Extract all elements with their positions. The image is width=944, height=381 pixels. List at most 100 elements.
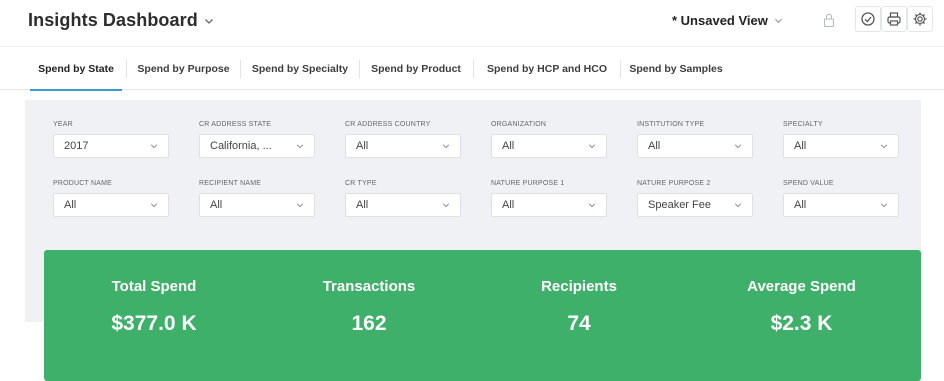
- tab-spend-by-purpose[interactable]: Spend by Purpose: [132, 47, 235, 90]
- filter-value: All: [648, 140, 661, 152]
- filter-specialty: SPECIALTY All: [783, 121, 899, 158]
- filter-label: CR ADDRESS STATE: [199, 121, 272, 128]
- kpi-banner: Total Spend $377.0 K Transactions 162 Re…: [44, 250, 921, 381]
- filter-cr-type: CR TYPE All: [345, 180, 461, 217]
- filter-label: INSTITUTION TYPE: [637, 121, 705, 128]
- filter-label: ORGANIZATION: [491, 121, 547, 128]
- lock-icon[interactable]: [823, 12, 835, 28]
- filter-value: All: [794, 199, 807, 211]
- filter-value: California, ...: [210, 140, 272, 152]
- filter-nature-purpose-2: NATURE PURPOSE 2 Speaker Fee: [637, 180, 753, 217]
- gear-icon: [913, 12, 927, 26]
- organization-select[interactable]: All: [491, 134, 607, 158]
- filter-label: YEAR: [53, 121, 73, 128]
- filter-spend-value: SPEND VALUE All: [783, 180, 899, 217]
- filter-label: NATURE PURPOSE 1: [491, 180, 565, 187]
- chevron-down-icon: [204, 18, 213, 24]
- tab-label: Spend by HCP and HCO: [487, 62, 607, 75]
- tab-divider: [620, 60, 621, 78]
- tab-label: Spend by Product: [371, 62, 461, 75]
- filter-cr-address-state: CR ADDRESS STATE California, ...: [199, 121, 315, 158]
- filter-cr-address-country: CR ADDRESS COUNTRY All: [345, 121, 461, 158]
- settings-button[interactable]: [907, 6, 933, 32]
- filter-institution-type: INSTITUTION TYPE All: [637, 121, 753, 158]
- tab-label: Spend by Specialty: [251, 62, 349, 75]
- cr-address-country-select[interactable]: All: [345, 134, 461, 158]
- page-title: Insights Dashboard: [28, 10, 198, 30]
- filter-value: All: [502, 199, 515, 211]
- chevron-down-icon: [150, 203, 158, 208]
- tab-spend-by-hcp-and-hco[interactable]: Spend by HCP and HCO: [478, 47, 616, 90]
- chevron-down-icon: [588, 203, 596, 208]
- nature-purpose-2-select[interactable]: Speaker Fee: [637, 193, 753, 217]
- tab-spend-by-specialty[interactable]: Spend by Specialty: [245, 47, 355, 90]
- kpi-label: Average Spend: [747, 278, 856, 295]
- chevron-down-icon: [774, 18, 782, 24]
- filter-value: All: [502, 140, 515, 152]
- filter-label: RECIPIENT NAME: [199, 180, 262, 187]
- history-button[interactable]: [855, 6, 881, 32]
- tab-spend-by-product[interactable]: Spend by Product: [364, 47, 468, 90]
- view-label: * Unsaved View: [672, 13, 768, 28]
- chevron-down-icon: [442, 144, 450, 149]
- cr-type-select[interactable]: All: [345, 193, 461, 217]
- print-icon: [887, 12, 901, 26]
- chevron-down-icon: [734, 144, 742, 149]
- nature-purpose-1-select[interactable]: All: [491, 193, 607, 217]
- tab-divider: [359, 60, 360, 78]
- filter-value: All: [794, 140, 807, 152]
- tab-label: Spend by Samples: [629, 62, 723, 75]
- chevron-down-icon: [880, 144, 888, 149]
- kpi-label: Recipients: [541, 278, 617, 295]
- filter-label: SPECIALTY: [783, 121, 823, 128]
- filter-value: All: [64, 199, 77, 211]
- chevron-down-icon: [296, 144, 304, 149]
- filter-value: All: [356, 199, 369, 211]
- filter-value: All: [356, 140, 369, 152]
- filter-label: SPEND VALUE: [783, 180, 834, 187]
- institution-type-select[interactable]: All: [637, 134, 753, 158]
- tab-divider: [473, 60, 474, 78]
- kpi-value: 162: [351, 312, 387, 335]
- filter-value: 2017: [64, 140, 89, 152]
- clock-icon: [861, 12, 875, 26]
- filter-organization: ORGANIZATION All: [491, 121, 607, 158]
- kpi-value: $377.0 K: [111, 312, 197, 335]
- specialty-select[interactable]: All: [783, 134, 899, 158]
- filter-label: CR ADDRESS COUNTRY: [345, 121, 431, 128]
- chevron-down-icon: [880, 203, 888, 208]
- kpi-label: Total Spend: [111, 278, 197, 295]
- kpi-average-spend: Average Spend $2.3 K: [719, 250, 884, 381]
- tab-spend-by-samples[interactable]: Spend by Samples: [625, 47, 727, 90]
- header-bar: Insights Dashboard * Unsaved View: [0, 0, 944, 44]
- kpi-value: 74: [567, 312, 591, 335]
- filter-value: Speaker Fee: [648, 199, 711, 211]
- year-select[interactable]: 2017: [53, 134, 169, 158]
- tab-label: Spend by State: [38, 62, 114, 75]
- cr-address-state-select[interactable]: California, ...: [199, 134, 315, 158]
- dashboard-title-dropdown[interactable]: Insights Dashboard: [28, 10, 214, 31]
- filter-product-name: PRODUCT NAME All: [53, 180, 169, 217]
- kpi-transactions: Transactions 162: [299, 250, 439, 381]
- tab-divider: [126, 60, 127, 78]
- kpi-recipients: Recipients 74: [509, 250, 649, 381]
- recipient-name-select[interactable]: All: [199, 193, 315, 217]
- chevron-down-icon: [734, 203, 742, 208]
- filter-year: YEAR 2017: [53, 121, 169, 158]
- tab-divider: [240, 60, 241, 78]
- print-button[interactable]: [881, 6, 907, 32]
- spend-value-select[interactable]: All: [783, 193, 899, 217]
- tab-spend-by-state[interactable]: Spend by State: [30, 47, 122, 91]
- kpi-value: $2.3 K: [770, 312, 833, 335]
- chevron-down-icon: [442, 203, 450, 208]
- product-name-select[interactable]: All: [53, 193, 169, 217]
- filter-label: CR TYPE: [345, 180, 377, 187]
- chevron-down-icon: [588, 144, 596, 149]
- saved-view-dropdown[interactable]: * Unsaved View: [672, 13, 783, 28]
- kpi-total-spend: Total Spend $377.0 K: [84, 250, 224, 381]
- chevron-down-icon: [296, 203, 304, 208]
- filter-nature-purpose-1: NATURE PURPOSE 1 All: [491, 180, 607, 217]
- filter-label: PRODUCT NAME: [53, 180, 113, 187]
- kpi-label: Transactions: [322, 278, 416, 295]
- chevron-down-icon: [150, 144, 158, 149]
